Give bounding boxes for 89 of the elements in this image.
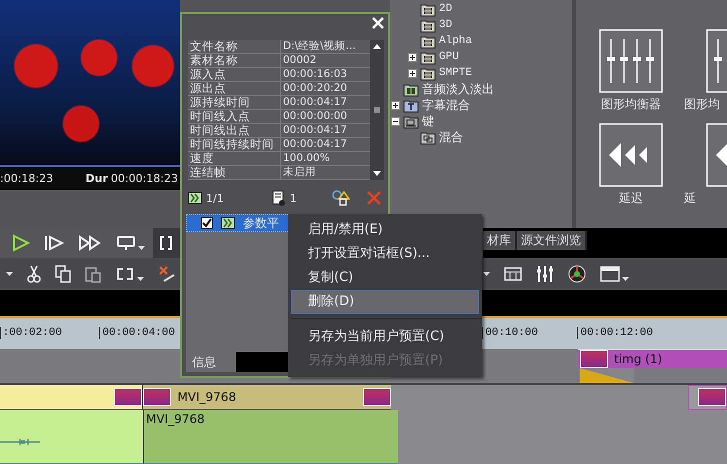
effect-label: 延迟 xyxy=(618,190,644,207)
thumbnail-placeholder xyxy=(114,388,142,406)
folder-icon xyxy=(420,2,436,16)
color-wheel-icon[interactable] xyxy=(568,265,586,283)
document-icon[interactable] xyxy=(272,190,286,206)
window-icon[interactable] xyxy=(600,266,620,282)
property-name: 文件名称 xyxy=(189,40,239,53)
checkbox-icon[interactable] xyxy=(201,217,213,229)
thumbnail-placeholder xyxy=(143,388,172,406)
property-name: 连结帧 xyxy=(189,166,227,179)
property-name: 速度 xyxy=(189,152,215,165)
filter-chain-icon xyxy=(221,217,235,229)
tree-item[interactable]: 音频淡入淡出 xyxy=(422,80,494,98)
copy-icon[interactable] xyxy=(55,265,71,283)
property-name: 时间线出点 xyxy=(189,124,251,137)
effect-label: 图形均衡器 xyxy=(600,96,662,113)
time-label: :00:02:00 xyxy=(0,327,62,340)
time-label: 00:00:04:00 xyxy=(99,327,175,340)
tree-item[interactable]: Alpha xyxy=(439,35,472,47)
property-name: 素材名称 xyxy=(189,54,239,67)
clip-label: timg (1) xyxy=(613,351,664,368)
grid-icon[interactable] xyxy=(504,267,522,281)
duration-label: Dur xyxy=(86,172,108,185)
scissors-icon[interactable] xyxy=(27,265,41,283)
expand-icon[interactable] xyxy=(408,68,417,78)
paste-icon[interactable] xyxy=(85,265,101,283)
scroll-down-icon[interactable] xyxy=(372,170,382,178)
effect-label: 图形均 xyxy=(684,96,720,113)
folder-icon xyxy=(403,114,419,128)
waveform-drawing xyxy=(0,438,40,446)
equalizer-icon[interactable] xyxy=(599,29,663,93)
mixer-icon[interactable] xyxy=(536,265,554,283)
shapes-icon[interactable] xyxy=(332,190,350,206)
folder-icon xyxy=(403,98,419,112)
effect-label: 延 xyxy=(684,190,696,207)
menu-item[interactable]: 复制(C) xyxy=(291,266,479,290)
thumbnail-placeholder xyxy=(363,388,391,406)
menu-item[interactable]: 另存为当前用户预置(C) xyxy=(291,325,479,349)
filter-chain-icon xyxy=(188,192,202,204)
property-name: 源入点 xyxy=(189,68,227,81)
property-name: 源出点 xyxy=(189,82,227,95)
property-name: 时间线入点 xyxy=(189,110,251,123)
delete-clip-icon[interactable] xyxy=(158,265,176,283)
folder-icon xyxy=(420,18,436,32)
expand-icon[interactable] xyxy=(408,52,417,62)
rewind-icon[interactable] xyxy=(599,123,663,187)
play-icon[interactable] xyxy=(12,234,30,252)
scrollbar[interactable] xyxy=(370,40,384,180)
tree-item[interactable]: 3D xyxy=(439,19,452,31)
step-forward-icon[interactable] xyxy=(44,235,64,251)
clip-counter: 1/1 xyxy=(206,192,224,204)
thumbnail-placeholder xyxy=(580,350,608,368)
time-label: 00:00:12:00 xyxy=(577,327,653,340)
fast-forward-icon[interactable] xyxy=(78,235,102,251)
bracket-icon[interactable] xyxy=(159,235,173,251)
menu-item[interactable]: 打开设置对话框(S)... xyxy=(291,242,479,266)
scroll-up-icon[interactable] xyxy=(372,42,382,50)
tree-item[interactable]: 混合 xyxy=(439,128,463,146)
timecode: :00:18:23 xyxy=(0,172,54,185)
folder-icon xyxy=(420,50,436,64)
panel-tab[interactable]: 源文件浏览 xyxy=(517,231,587,250)
clip-label: MVI_9768 xyxy=(176,388,238,406)
duration-timecode: 00:00:18:23 xyxy=(110,172,178,185)
property-name: 源持续时间 xyxy=(189,96,251,109)
tree-item[interactable]: SMPTE xyxy=(439,67,472,79)
tree-item[interactable]: GPU xyxy=(439,51,459,63)
folder-icon xyxy=(420,66,436,80)
caret-icon[interactable] xyxy=(483,272,490,276)
close-icon[interactable] xyxy=(372,17,384,29)
clip-label: MVI_9768 xyxy=(145,410,206,428)
caret-icon[interactable] xyxy=(137,277,144,282)
tree-item[interactable]: 字幕混合 xyxy=(422,96,470,114)
folder-icon xyxy=(420,130,436,144)
folder-icon xyxy=(403,82,419,96)
panel-tab[interactable]: 信息 xyxy=(186,352,236,372)
expand-icon[interactable] xyxy=(391,100,400,110)
monitor-icon[interactable] xyxy=(116,235,136,251)
property-name: 时间线持续时间 xyxy=(189,138,275,151)
collapse-icon[interactable] xyxy=(391,116,400,126)
filter-count: 1 xyxy=(290,192,297,204)
panel-tab[interactable]: 材库 xyxy=(483,231,517,250)
tree-item[interactable]: 2D xyxy=(439,3,452,15)
caret-icon[interactable] xyxy=(138,246,145,251)
caret-icon[interactable] xyxy=(622,277,629,282)
tree-item[interactable]: 键 xyxy=(422,112,434,130)
menu-item[interactable]: 删除(D) xyxy=(291,290,479,314)
caret-icon[interactable] xyxy=(6,272,13,276)
thumbnail-placeholder xyxy=(698,388,726,406)
folder-icon xyxy=(420,34,436,48)
